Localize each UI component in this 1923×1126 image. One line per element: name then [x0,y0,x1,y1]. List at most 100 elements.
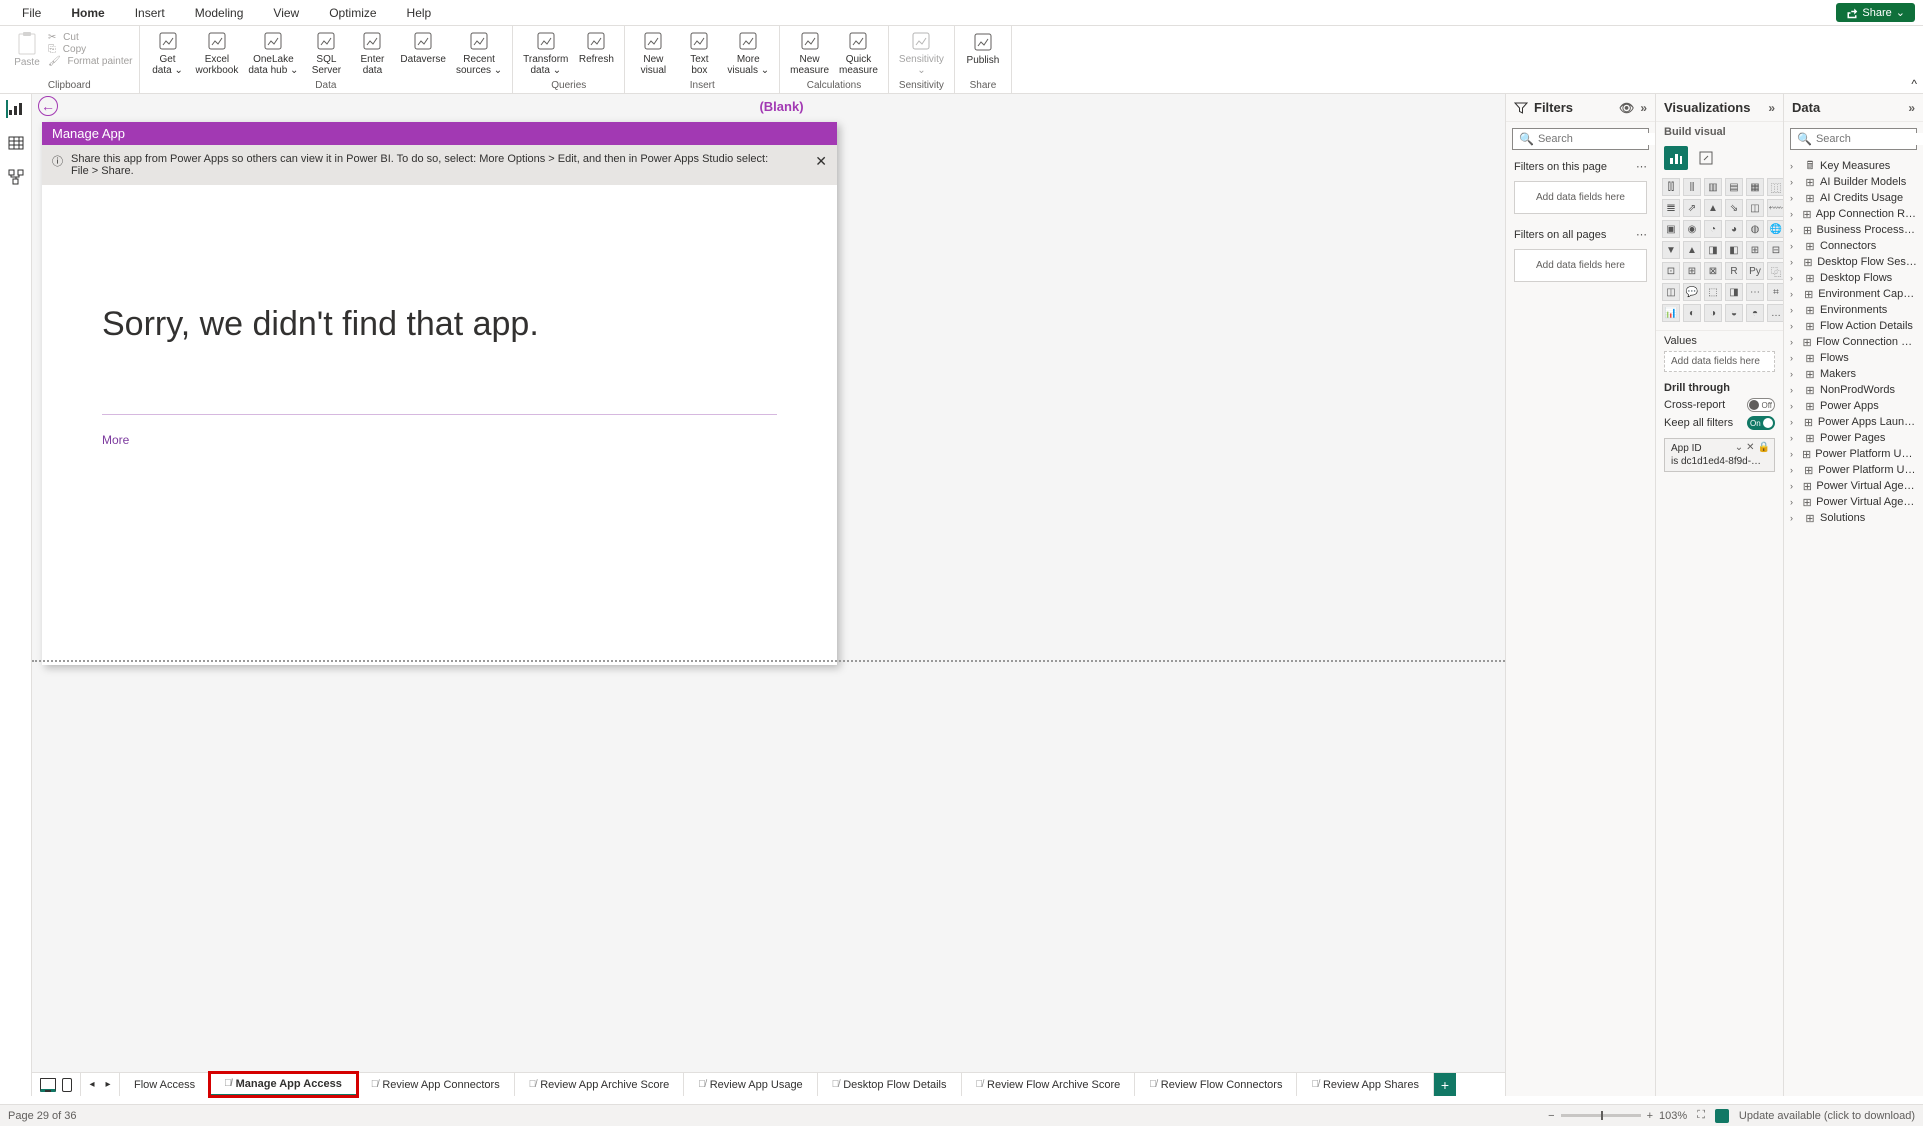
cut-button[interactable]: ✂ Cut [48,32,133,43]
quick-measure-button[interactable]: Quick measure [835,27,882,78]
page-tab[interactable]: 👁̸Review Flow Archive Score [962,1073,1136,1096]
format-painter-button[interactable]: 🖌 Format painter [48,56,133,67]
table-row[interactable]: ›⊞NonProdWords [1788,382,1919,398]
viz-type-26[interactable]: ⊠ [1704,262,1722,280]
viz-type-34[interactable]: ⋯ [1746,283,1764,301]
viz-type-2[interactable]: ▥ [1704,178,1722,196]
get-data-button[interactable]: Get data ⌄ [146,27,190,78]
viz-type-9[interactable]: ⇘ [1725,199,1743,217]
expand-icon[interactable]: › [1790,369,1800,379]
tabs-scroll-left[interactable]: ◂ [85,1079,99,1090]
filters-page-dropzone[interactable]: Add data fields here [1514,181,1647,214]
sensitivity-button[interactable]: Sensitivity ⌄ [895,27,948,78]
copy-button[interactable]: ⎘ Copy [48,44,133,55]
table-row[interactable]: ›⊞Flow Action Details [1788,318,1919,334]
viz-type-24[interactable]: ⊡ [1662,262,1680,280]
expand-icon[interactable]: › [1790,513,1800,523]
onelake-hub-button[interactable]: OneLake data hub ⌄ [244,27,302,78]
close-info-icon[interactable]: ✕ [815,153,827,170]
excel-workbook-button[interactable]: Excel workbook [192,27,243,78]
expand-icon[interactable]: › [1790,353,1800,363]
page-tab[interactable]: 👁̸Manage App Access [210,1073,357,1096]
zoom-control[interactable]: − + 103% [1548,1110,1687,1122]
menu-view[interactable]: View [259,2,313,24]
data-search-input[interactable] [1816,133,1923,145]
expand-icon[interactable]: › [1790,305,1800,315]
expand-icon[interactable]: › [1790,433,1800,443]
filters-all-more-icon[interactable]: ⋯ [1636,228,1647,241]
viz-type-21[interactable]: ◧ [1725,241,1743,259]
add-page-button[interactable]: + [1434,1073,1456,1096]
table-row[interactable]: ›⊞Power Platform Users [1788,462,1919,478]
table-row[interactable]: ›⊞App Connection Refere… [1788,206,1919,222]
page-tab[interactable]: 👁̸Review Flow Connectors [1135,1073,1297,1096]
expand-icon[interactable]: › [1790,161,1800,171]
table-row[interactable]: ›⊞Flows [1788,350,1919,366]
table-row[interactable]: ›⊞Power Apps [1788,398,1919,414]
expand-icon[interactable]: › [1790,385,1800,395]
expand-icon[interactable]: › [1790,257,1799,267]
expand-pane-icon[interactable]: » [1640,101,1647,115]
table-row[interactable]: ›⊞Power Virtual Agent bots [1788,478,1919,494]
table-row[interactable]: ›⊞Environments [1788,302,1919,318]
page-tab[interactable]: 👁̸Desktop Flow Details [818,1073,962,1096]
table-row[interactable]: ›⊞Solutions [1788,510,1919,526]
viz-type-16[interactable]: ◍ [1746,220,1764,238]
expand-icon[interactable]: › [1790,193,1800,203]
expand-icon[interactable]: › [1790,401,1800,411]
viz-type-33[interactable]: ◨ [1725,283,1743,301]
more-visuals-button[interactable]: More visuals ⌄ [723,27,773,78]
publish-button[interactable]: Publish [961,28,1005,68]
viz-type-32[interactable]: ⬚ [1704,283,1722,301]
chevron-down-icon[interactable]: ⌄ [1735,442,1743,453]
viz-type-14[interactable]: ◔ [1704,220,1722,238]
expand-icon[interactable]: › [1790,241,1800,251]
viz-type-37[interactable]: ◐ [1683,304,1701,322]
viz-type-28[interactable]: Py [1746,262,1764,280]
more-link[interactable]: More [102,433,129,447]
expand-icon[interactable]: › [1790,465,1799,475]
viz-type-31[interactable]: 💬 [1683,283,1701,301]
update-badge-icon[interactable] [1715,1109,1729,1123]
expand-icon[interactable]: › [1790,209,1798,219]
viz-type-3[interactable]: ▤ [1725,178,1743,196]
menu-insert[interactable]: Insert [121,2,179,24]
refresh-button[interactable]: Refresh [574,27,618,67]
page-tab[interactable]: 👁̸Review App Usage [684,1073,817,1096]
mobile-layout-icon[interactable] [62,1078,72,1092]
back-button[interactable]: ← [38,96,58,116]
viz-type-22[interactable]: ⊞ [1746,241,1764,259]
new-measure-button[interactable]: New measure [786,27,833,78]
paste-button[interactable]: Paste [10,30,44,70]
update-available-text[interactable]: Update available (click to download) [1739,1110,1915,1122]
cross-report-toggle[interactable]: Off [1747,398,1775,412]
tabs-scroll-right[interactable]: ▸ [101,1079,115,1090]
viz-type-36[interactable]: 📊 [1662,304,1680,322]
eye-icon[interactable]: 👁 [1619,101,1634,115]
sql-server-button[interactable]: SQL Server [304,27,348,78]
filters-page-more-icon[interactable]: ⋯ [1636,160,1647,173]
transform-data-button[interactable]: Transform data ⌄ [519,27,572,78]
viz-type-38[interactable]: ◑ [1704,304,1722,322]
table-row[interactable]: ›⊞Makers [1788,366,1919,382]
viz-type-15[interactable]: ◕ [1725,220,1743,238]
expand-icon[interactable]: › [1790,449,1798,459]
table-row[interactable]: ›🖩Key Measures [1788,158,1919,174]
format-visual-mode[interactable] [1694,146,1718,170]
menu-home[interactable]: Home [57,2,118,24]
viz-type-13[interactable]: ◉ [1683,220,1701,238]
viz-type-0[interactable]: ⫿⫿ [1662,178,1680,196]
table-row[interactable]: ›⊞Flow Connection Refer… [1788,334,1919,350]
viz-type-27[interactable]: R [1725,262,1743,280]
viz-type-4[interactable]: ▦ [1746,178,1764,196]
page-tab[interactable]: 👁̸Review App Archive Score [515,1073,685,1096]
expand-data-icon[interactable]: » [1908,101,1915,115]
expand-viz-icon[interactable]: » [1768,101,1775,115]
build-visual-mode[interactable] [1664,146,1688,170]
viz-type-8[interactable]: ▲ [1704,199,1722,217]
desktop-layout-icon[interactable] [40,1078,56,1092]
text-box-button[interactable]: Text box [677,27,721,78]
collapse-ribbon-icon[interactable]: ^ [1911,77,1917,91]
expand-icon[interactable]: › [1790,177,1800,187]
report-view-icon[interactable] [6,100,24,118]
